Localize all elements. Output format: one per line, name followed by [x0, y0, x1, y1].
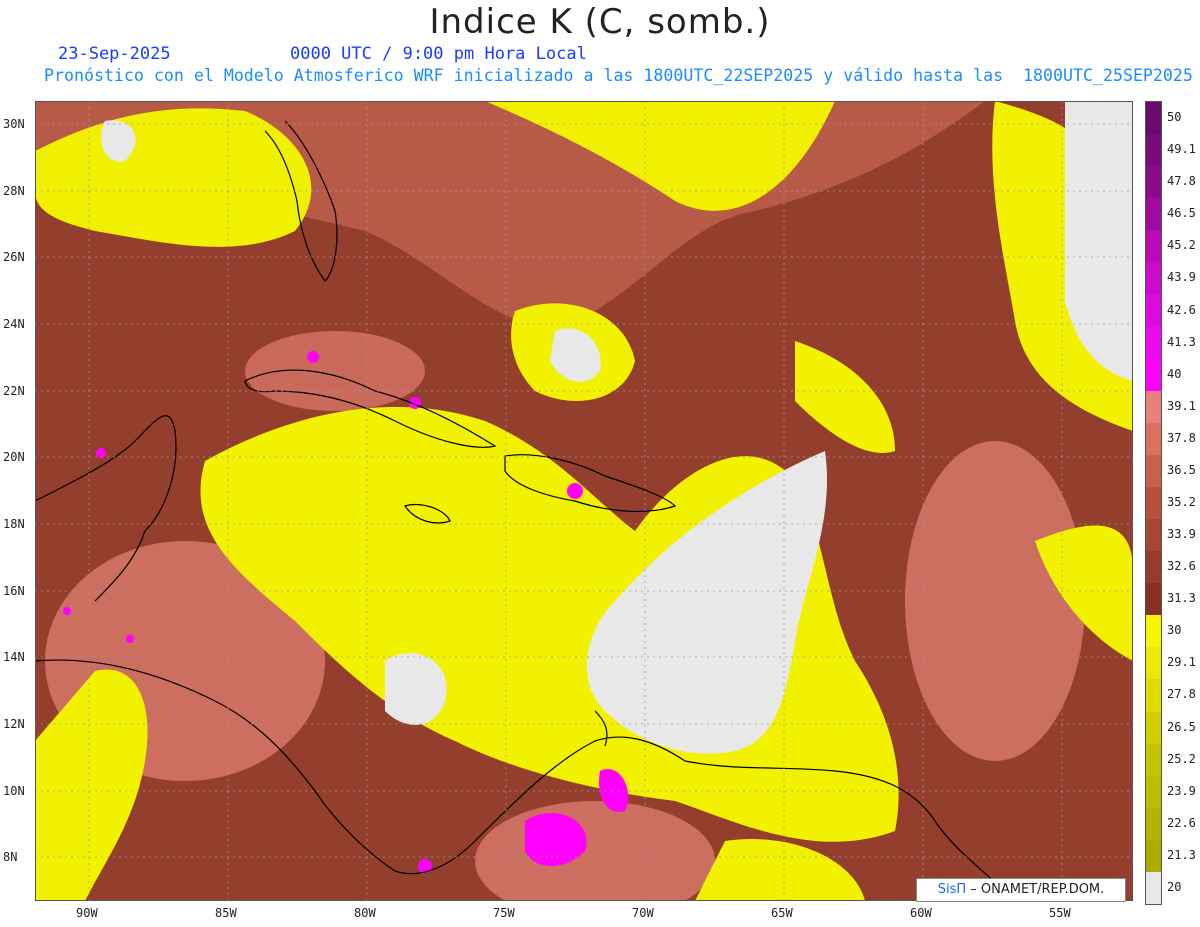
weather-map	[35, 101, 1133, 901]
lat-tick-24n: 24N	[3, 317, 25, 331]
colorbar-label: 31.3	[1167, 591, 1196, 606]
k-index-field	[35, 101, 1133, 901]
colorbar-label: 39.1	[1167, 398, 1196, 413]
colorbar-segment	[1146, 871, 1161, 905]
lat-tick-14n: 14N	[3, 650, 25, 664]
colorbar-label: 40	[1167, 366, 1182, 381]
colorbar-label: 27.8	[1167, 687, 1196, 702]
forecast-date: 23-Sep-2025	[58, 44, 171, 64]
colorbar-label: 29.1	[1167, 655, 1196, 670]
lat-tick-30n: 30N	[3, 117, 25, 131]
lon-tick-70w: 70W	[632, 906, 654, 920]
lat-tick-8n: 8N	[3, 850, 18, 864]
colorbar-label: 37.8	[1167, 430, 1196, 445]
colorbar-segment	[1146, 743, 1161, 777]
colorbar-segment	[1146, 134, 1161, 167]
lat-tick-12n: 12N	[3, 717, 25, 731]
colorbar-segment	[1146, 551, 1161, 584]
lat-tick-26n: 26N	[3, 250, 25, 264]
colorbar-label: 47.8	[1167, 174, 1196, 189]
colorbar-segment	[1146, 839, 1161, 873]
colorbar-segment	[1146, 230, 1161, 263]
colorbar-segment	[1146, 615, 1161, 648]
colorbar-label: 43.9	[1167, 270, 1196, 285]
colorbar-segment	[1146, 358, 1161, 392]
colorbar-label: 32.6	[1167, 559, 1196, 574]
colorbar-segment	[1146, 519, 1161, 552]
chart-title: Indice K (C, somb.)	[429, 2, 771, 42]
colorbar-segment	[1146, 775, 1161, 809]
colorbar-label: 46.5	[1167, 206, 1196, 221]
colorbar-segment	[1146, 326, 1161, 360]
lon-tick-55w: 55W	[1049, 906, 1071, 920]
lat-tick-10n: 10N	[3, 784, 25, 798]
colorbar-label: 30	[1167, 623, 1182, 638]
credit-box: SisΠ – ONAMET/REP.DOM.	[916, 878, 1126, 902]
colorbar-segment	[1146, 422, 1161, 456]
model-description: Pronóstico con el Modelo Atmosferico WRF…	[44, 66, 1193, 85]
lon-tick-65w: 65W	[771, 906, 793, 920]
colorbar-label: 23.9	[1167, 783, 1196, 798]
colorbar-segment	[1146, 390, 1161, 424]
forecast-time: 0000 UTC / 9:00 pm Hora Local	[290, 44, 587, 64]
colorbar-label: 26.5	[1167, 719, 1196, 734]
lat-tick-28n: 28N	[3, 184, 25, 198]
colorbar-label: 21.3	[1167, 847, 1196, 862]
colorbar-label: 45.2	[1167, 238, 1196, 253]
colorbar-segment	[1146, 198, 1161, 231]
sispi-logo: SisΠ	[937, 882, 967, 897]
lat-tick-20n: 20N	[3, 450, 25, 464]
lon-tick-75w: 75W	[493, 906, 515, 920]
colorbar-label: 22.6	[1167, 815, 1196, 830]
lat-tick-16n: 16N	[3, 584, 25, 598]
lon-tick-60w: 60W	[910, 906, 932, 920]
colorbar	[1145, 101, 1162, 905]
colorbar-segment	[1146, 679, 1161, 713]
credit-text: – ONAMET/REP.DOM.	[970, 882, 1105, 897]
lon-tick-80w: 80W	[354, 906, 376, 920]
colorbar-label: 41.3	[1167, 334, 1196, 349]
colorbar-label: 36.5	[1167, 462, 1196, 477]
colorbar-label: 42.6	[1167, 302, 1196, 317]
colorbar-segment	[1146, 711, 1161, 745]
colorbar-segment	[1146, 454, 1161, 488]
colorbar-segment	[1146, 294, 1161, 328]
colorbar-segment	[1146, 486, 1161, 520]
colorbar-segment	[1146, 262, 1161, 295]
colorbar-label: 25.2	[1167, 751, 1196, 766]
lat-tick-22n: 22N	[3, 384, 25, 398]
lat-tick-18n: 18N	[3, 517, 25, 531]
colorbar-segment	[1146, 166, 1161, 199]
colorbar-label: 49.1	[1167, 142, 1196, 157]
colorbar-label: 50	[1167, 110, 1182, 125]
colorbar-label: 20	[1167, 879, 1182, 894]
lon-tick-90w: 90W	[76, 906, 98, 920]
lon-tick-85w: 85W	[215, 906, 237, 920]
colorbar-segment	[1146, 102, 1161, 135]
colorbar-segment	[1146, 583, 1161, 616]
colorbar-segment	[1146, 647, 1161, 680]
colorbar-segment	[1146, 807, 1161, 841]
colorbar-label: 35.2	[1167, 495, 1196, 509]
colorbar-label: 33.9	[1167, 527, 1196, 542]
